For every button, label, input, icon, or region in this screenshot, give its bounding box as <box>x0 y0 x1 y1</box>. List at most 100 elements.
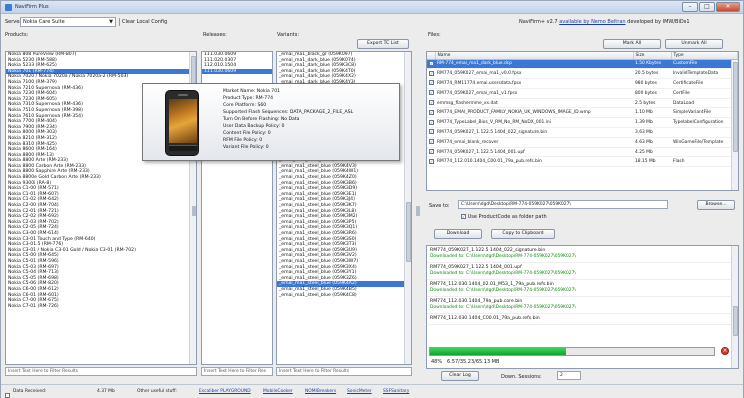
progress-percent: 48% <box>431 359 443 365</box>
file-checkbox-cell[interactable]: ✓ <box>427 107 435 119</box>
log-status: Downloaded to: C:\Users\dgd\Desktop\RM-7… <box>430 271 576 276</box>
variant-list-item[interactable]: _emai_ma1_steel_blue (059K4C8) <box>277 293 411 299</box>
file-checkbox-cell[interactable]: ✓ <box>427 68 435 80</box>
file-row[interactable]: ✓ RM774_059K027_1.122.5 1404_001.upf 4.25 … <box>427 147 738 158</box>
checkbox-icon: ✓ <box>429 129 434 135</box>
file-size: 4.63 Mb <box>633 137 671 148</box>
current-download-file: RM774_112.030.1404_C00.01_79a_pub.refs.b… <box>430 316 540 321</box>
data-received-label: Data Received: <box>13 389 47 394</box>
server-select-value: Nokia Care Suite <box>23 19 65 25</box>
file-row[interactable]: ✓ RM774_EMAI_PRODUCT_FAMILY_NOKIA_UK_WIND… <box>427 107 738 119</box>
splitter-handle[interactable] <box>192 206 196 216</box>
file-checkbox-cell[interactable]: ✓ <box>427 137 435 148</box>
file-type <box>671 127 738 138</box>
down-sessions-spinner[interactable]: 2 <box>557 371 581 380</box>
file-name: RM774_059K027_emai_ma1_v0.0.fpsx <box>435 68 633 80</box>
products-label: Products: <box>5 32 29 38</box>
product-list-item[interactable]: Nokia C7-01 (RM-726) <box>6 304 196 310</box>
file-size: 1.39 Mb <box>633 117 671 129</box>
files-scrollbar[interactable] <box>731 60 738 190</box>
file-name: RM774_RM11774.emai.usersdata.fpsx <box>435 78 633 89</box>
tooltip-line: RFM File Policy: 0 <box>223 138 263 143</box>
minimize-button[interactable]: – <box>682 2 698 12</box>
file-size: 4.25 Mb <box>633 147 671 158</box>
log-scrollbar[interactable] <box>731 246 738 368</box>
checkbox-icon: ✓ <box>429 90 434 96</box>
file-checkbox-cell[interactable]: ✓ <box>427 88 435 99</box>
author-link[interactable]: available by Nemo Beltran <box>559 19 625 25</box>
checkbox-icon: ✓ <box>461 214 466 219</box>
tooltip-line: User Data Backup Policy: 0 <box>223 124 285 129</box>
checkbox-icon: ✓ <box>429 158 434 164</box>
status-bar: Data Received: 4.37 Mb Other useful stuf… <box>1 384 743 398</box>
current-download-entry: RM774_112.030.1404_C00.01_79a_pub.refs.b… <box>427 314 738 325</box>
products-filter-input[interactable]: Insert Text Here to Filter Results <box>5 367 197 376</box>
tool-link-2[interactable]: MobileCooker <box>263 389 293 394</box>
column-header-name[interactable]: Name <box>435 52 634 60</box>
file-checkbox-cell[interactable]: ✓ <box>427 147 435 158</box>
variants-scrollbar[interactable] <box>404 52 411 364</box>
use-folder-checkbox[interactable]: ✓ Use ProductCode as folder path <box>461 214 547 220</box>
checkbox-icon: ✓ <box>429 119 434 125</box>
file-row[interactable]: ✓ RM774_emai_blank_recover 4.63 Mb WinGameF… <box>427 137 738 148</box>
version-text: NaviFirm+ v2.7 <box>519 19 558 25</box>
file-name: RM774_059K027_emai_ma1_v1.fpsx <box>435 88 633 99</box>
column-header-type[interactable]: Type <box>671 52 738 60</box>
check-column-header[interactable] <box>427 52 436 60</box>
clear-log-button[interactable]: Clear Log <box>441 371 479 381</box>
file-row[interactable]: ✓ emmsg_flashermme_xx.dat 2.5 bytes DataLoa… <box>427 98 738 109</box>
splitter-handle-right[interactable] <box>416 206 420 216</box>
file-checkbox-cell[interactable]: ✓ <box>427 127 435 138</box>
file-row[interactable]: ✓ RM774_059K027_emai_ma1_v0.0.fpsx 20.5 by… <box>427 68 738 80</box>
close-button[interactable]: ✕ <box>716 2 740 12</box>
unmark-all-button[interactable]: Unmark All <box>665 39 723 49</box>
file-type: CertFile <box>671 88 738 99</box>
files-table[interactable]: Name Size Type ✓ RM-774_emai_ma1_dark_blu… <box>426 51 739 191</box>
file-checkbox-cell[interactable]: ✓ <box>427 98 435 109</box>
file-name: RM774_emai_blank_recover <box>435 137 633 148</box>
file-row[interactable]: ✓ RM774_059K027_1.122.5 1404_022_signatur… <box>427 127 738 138</box>
tool-link-1[interactable]: Escaliber PLAYGROUND <box>199 389 251 394</box>
file-row[interactable]: ✓ RM774_TypeLabel_Bios_V_RM_No_RM_NoDX_00… <box>427 117 738 129</box>
stop-download-icon[interactable]: × <box>721 347 729 355</box>
download-button[interactable]: Download <box>434 229 482 239</box>
tool-link-5[interactable]: SSFSanitary <box>383 389 409 394</box>
export-tc-list-button[interactable]: Export TC List <box>357 39 409 49</box>
release-list-item[interactable]: 111.030.0609 <box>202 68 272 75</box>
file-row[interactable]: ✓ RM-774_emai_ma1_dark_blue.dcp 1.50 Kbyte… <box>427 59 738 70</box>
use-folder-label: Use ProductCode as folder path <box>467 214 547 220</box>
variants-label: Variants: <box>277 32 300 38</box>
file-name: emmsg_flashermme_xx.dat <box>435 98 633 109</box>
tooltip-line: Turn On Before Flashing: No Data <box>223 117 300 122</box>
variants-filter-input[interactable]: Insert Text Here to Filter Results <box>276 367 412 376</box>
clear-config-button[interactable]: Clear Local Config <box>122 19 167 25</box>
file-checkbox-cell[interactable]: ✓ <box>427 78 435 89</box>
maximize-button[interactable]: □ <box>699 2 715 12</box>
window-controls: – □ ✕ <box>682 2 740 12</box>
tool-link-4[interactable]: SonicMeter <box>347 389 372 394</box>
file-row[interactable]: ✓ RM774_RM11774.emai.usersdata.fpsx 980 by… <box>427 78 738 89</box>
file-row[interactable]: ✓ RM774_059K027_emai_ma1_v1.fpsx 800 bytes… <box>427 88 738 99</box>
releases-filter-input[interactable]: Insert Text Here to Filter Res <box>201 367 273 376</box>
column-header-size[interactable]: Size <box>633 52 672 60</box>
mark-all-button[interactable]: Mark All <box>603 39 661 49</box>
tooltip-line: Supported Flash Sequences: DATA_PACKAGE_… <box>223 110 354 115</box>
browse-button[interactable]: Browse... <box>697 200 735 210</box>
file-type: CertificateFile <box>671 78 738 89</box>
file-type: Flash <box>671 156 738 168</box>
tool-link-3[interactable]: NOMIBreakers <box>305 389 336 394</box>
log-status: Downloaded to: C:\Users\dgd\Desktop\RM-7… <box>430 288 576 293</box>
file-row[interactable]: ✓ RM774_112.010.1404_C00.01_79a_pub.refs.… <box>427 156 738 168</box>
file-type: CustomFile <box>671 59 738 70</box>
server-select[interactable]: Nokia Care Suite ▼ <box>20 17 116 27</box>
log-entry: RM774_059K027_1.122.5 1404_022_signature… <box>427 246 738 263</box>
file-checkbox-cell[interactable]: ✓ <box>427 59 435 70</box>
log-entry: RM774_112.030.1404_02.01_M53_1_79a_pub.r… <box>427 280 738 297</box>
save-to-path-input[interactable]: C:\Users\dgd\Desktop\RM-774-059K027\059K… <box>458 200 668 209</box>
file-checkbox-cell[interactable]: ✓ <box>427 156 435 168</box>
file-checkbox-cell[interactable]: ✓ <box>427 117 435 129</box>
log-entry: RM774_059K027_1.122.5 1404_001.upf Downlo… <box>427 263 738 280</box>
copy-to-clipboard-button[interactable]: Copy to Clipboard <box>491 229 555 239</box>
progress-fill <box>430 348 567 355</box>
down-sessions-value: 2 <box>560 373 563 378</box>
